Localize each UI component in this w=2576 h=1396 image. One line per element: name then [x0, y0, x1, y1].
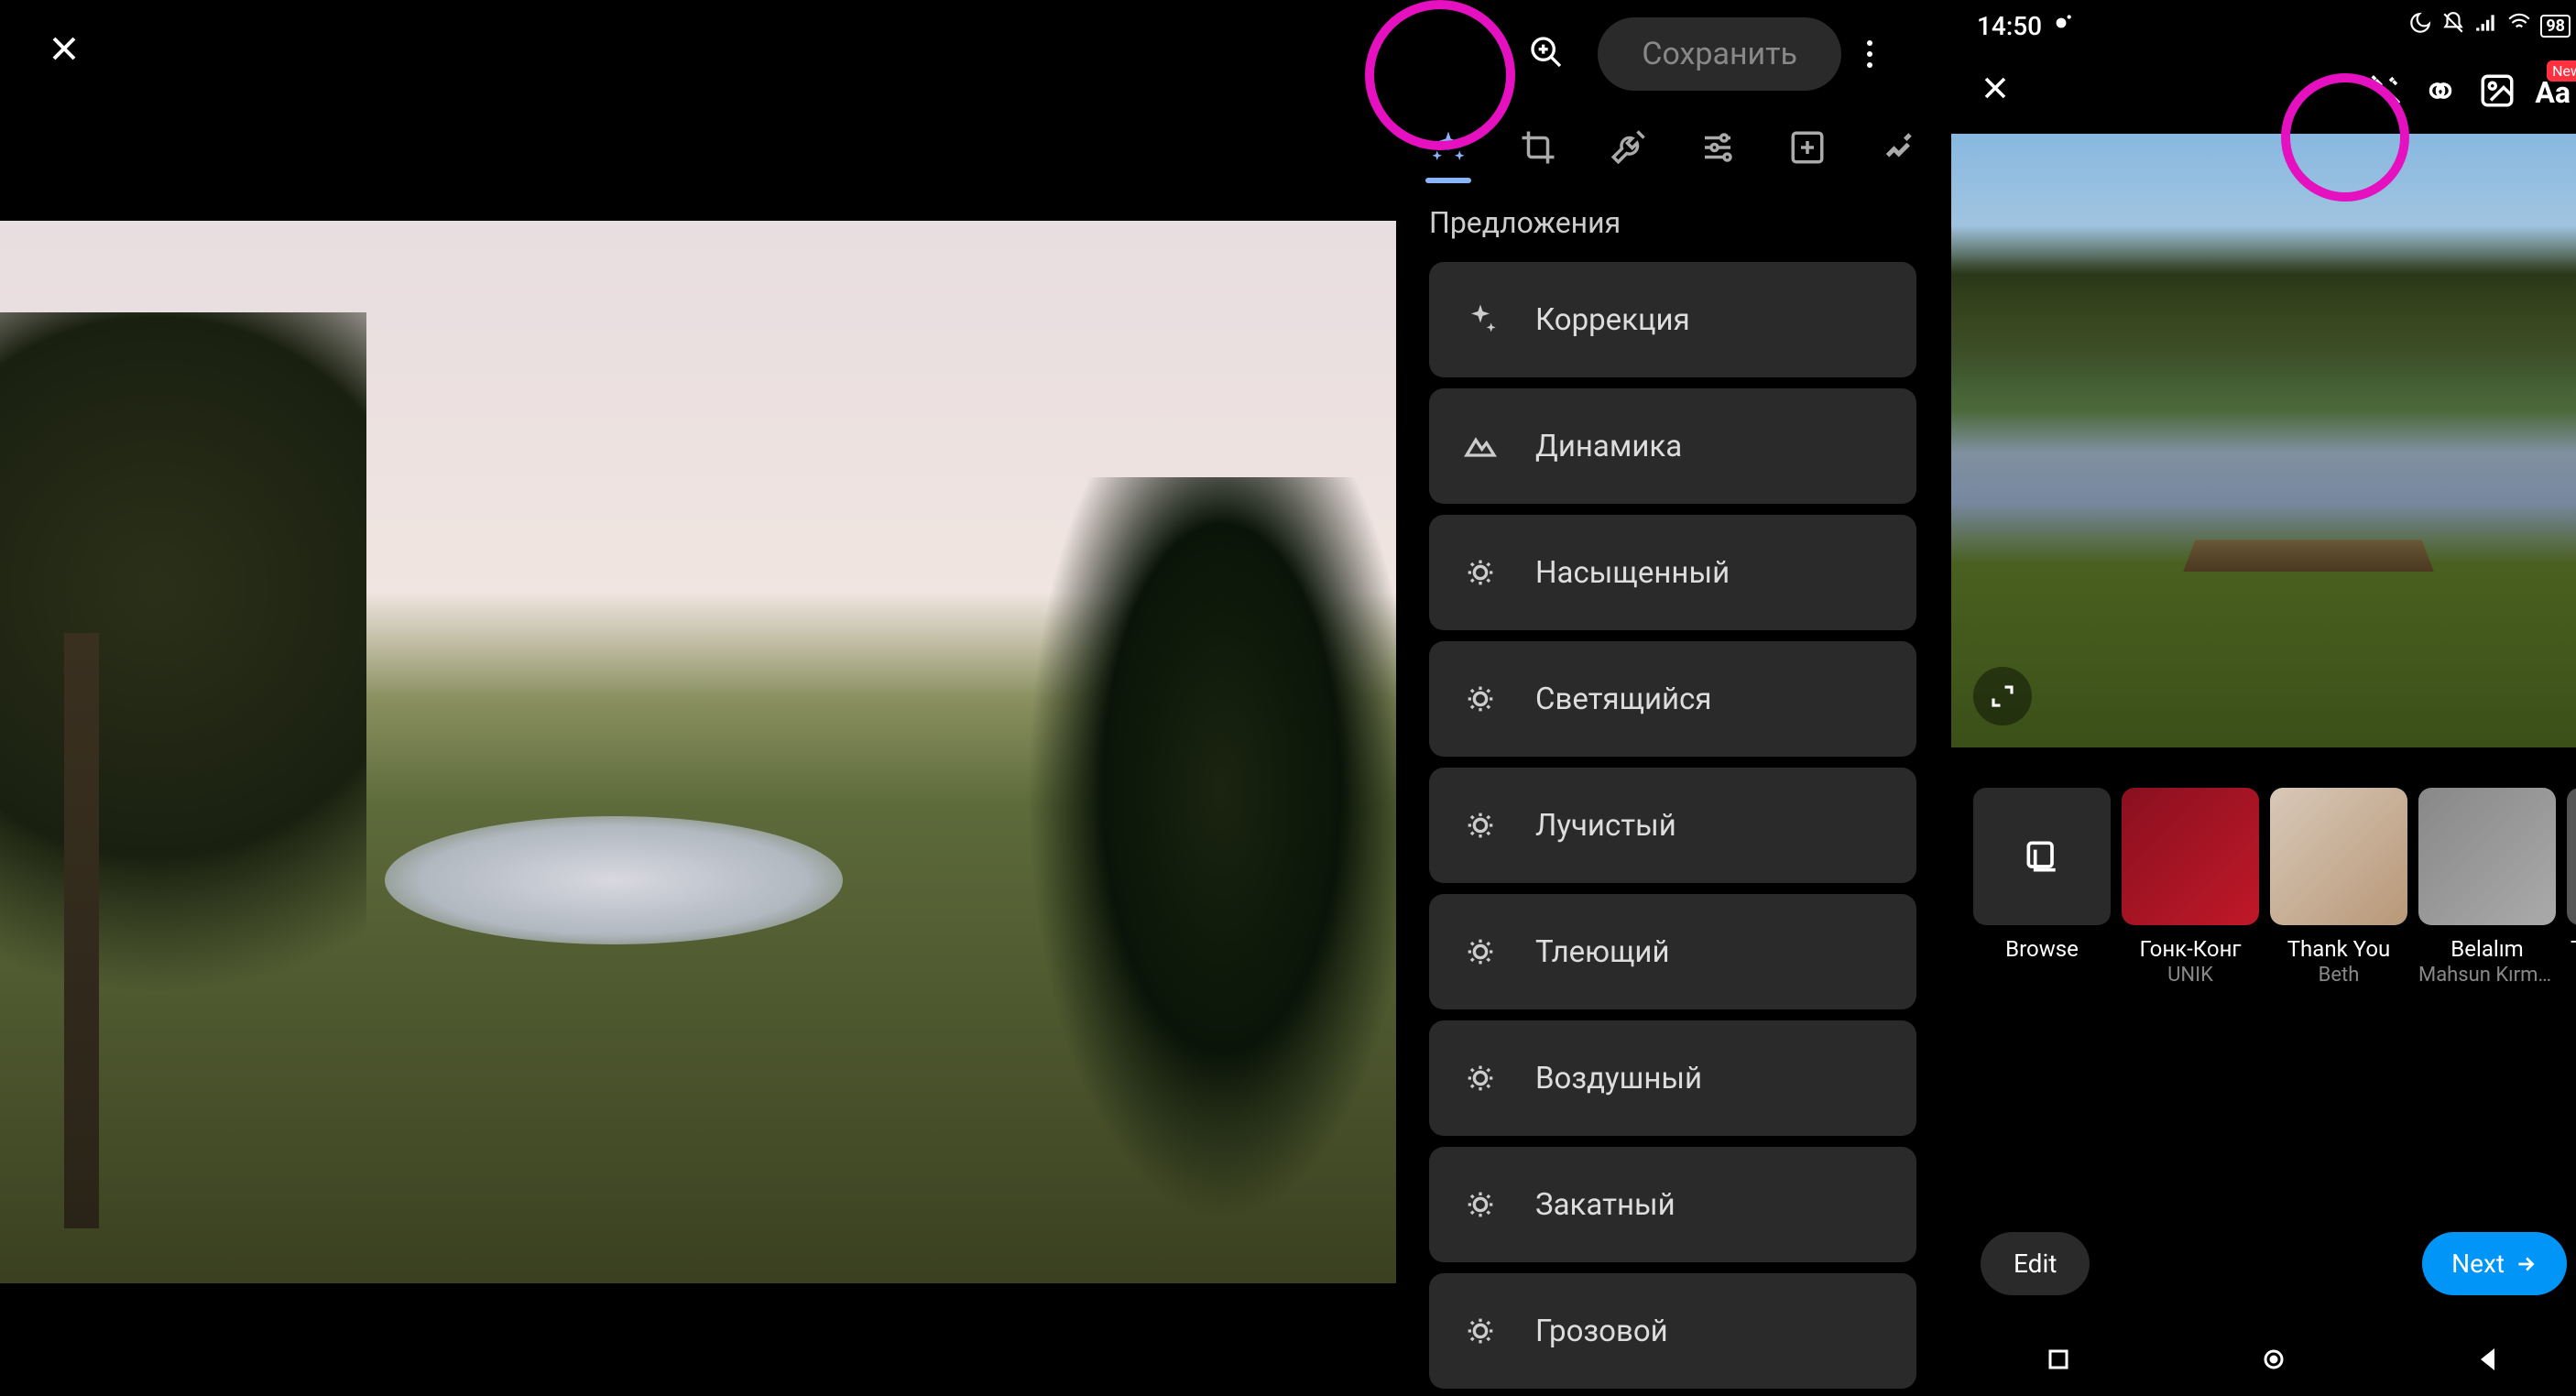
tab-tools[interactable] — [1609, 110, 1647, 189]
nav-recent-icon[interactable] — [2042, 1343, 2075, 1376]
status-bar: 14:50 98 — [1951, 0, 2576, 51]
tab-suggestions[interactable] — [1429, 110, 1468, 189]
track-artist: Mahsun Kırmı... — [2418, 964, 2556, 987]
story-topbar: Aa New — [1951, 51, 2576, 134]
track-title: Belalım — [2450, 936, 2523, 962]
track-artist: UNIK — [2167, 964, 2213, 987]
recording-icon — [2049, 11, 2073, 41]
music-track[interactable]: Thank You Beth — [2270, 788, 2407, 987]
suggestion-item[interactable]: Светящийся — [1429, 641, 1916, 757]
suggestion-item[interactable]: Закатный — [1429, 1147, 1916, 1262]
sticker-icon[interactable] — [2478, 71, 2516, 114]
filter-icon — [1462, 1312, 1499, 1350]
suggestion-label: Коррекция — [1535, 302, 1690, 338]
music-track[interactable]: Гонк-Конг UNIK — [2122, 788, 2259, 987]
track-title: Гонк-Конг — [2140, 936, 2242, 962]
tab-adjust[interactable] — [1698, 110, 1737, 189]
tab-filters[interactable] — [1788, 110, 1827, 189]
music-label: Browse — [2005, 936, 2079, 962]
sparkle-icon — [1462, 300, 1499, 339]
expand-icon[interactable] — [1973, 667, 2032, 725]
suggestion-label: Грозовой — [1535, 1314, 1668, 1349]
next-button[interactable]: Next — [2422, 1232, 2567, 1295]
suggestion-item[interactable]: Тлеющий — [1429, 894, 1916, 1009]
photo-preview[interactable] — [0, 108, 1396, 1396]
text-tool[interactable]: Aa New — [2535, 75, 2571, 110]
album-cover — [2122, 788, 2259, 925]
album-cover — [2567, 788, 2576, 925]
filter-icon — [1462, 932, 1499, 971]
signal-icon — [2474, 11, 2498, 41]
save-button[interactable]: Сохранить — [1598, 17, 1841, 91]
music-track[interactable]: Belalım Mahsun Kırmı... — [2418, 788, 2556, 987]
tab-crop[interactable] — [1519, 110, 1557, 189]
close-button[interactable] — [44, 28, 84, 80]
nav-home-icon[interactable] — [2257, 1343, 2290, 1376]
bottom-actions: Edit Next — [1951, 1232, 2576, 1295]
status-time: 14:50 — [1977, 11, 2042, 41]
nav-back-icon[interactable] — [2472, 1343, 2505, 1376]
track-title: Thank You — [2287, 936, 2391, 962]
close-button[interactable] — [1977, 69, 2014, 116]
filter-icon — [1462, 1059, 1499, 1097]
track-title: Tal — [2571, 936, 2576, 962]
suggestions-list: Коррекция Динамика Насыщенный Светящийся… — [1396, 262, 1949, 1389]
new-badge: New — [2547, 60, 2576, 82]
filter-icon — [1462, 553, 1499, 592]
music-carousel[interactable]: Browse Гонк-Конг UNIK Thank You Beth Bel… — [1951, 747, 2576, 987]
filter-icon — [1462, 1185, 1499, 1224]
suggestion-label: Тлеющий — [1535, 934, 1670, 970]
filter-icon — [1462, 680, 1499, 718]
music-browse[interactable]: Browse — [1973, 788, 2111, 987]
editor-topbar: Сохранить — [0, 0, 1949, 108]
suggestions-panel: Предложения Коррекция Динамика Насыщенны… — [1396, 108, 1949, 1396]
tab-markup[interactable] — [1878, 110, 1916, 189]
suggestion-item[interactable]: Лучистый — [1429, 768, 1916, 883]
tool-tabs — [1396, 108, 1949, 191]
dnd-icon — [2408, 11, 2432, 41]
track-artist: Beth — [2319, 964, 2360, 987]
zoom-icon[interactable] — [1528, 34, 1565, 74]
panel-title: Предложения — [1396, 191, 1949, 262]
mute-icon — [2441, 11, 2465, 41]
suggestion-label: Светящийся — [1535, 682, 1711, 717]
suggestion-item[interactable]: Динамика — [1429, 388, 1916, 504]
browse-icon — [1973, 788, 2111, 925]
android-navbar — [1951, 1323, 2576, 1396]
suggestion-label: Закатный — [1535, 1187, 1675, 1223]
story-photo-preview[interactable] — [1951, 134, 2576, 747]
suggestion-label: Насыщенный — [1535, 555, 1730, 591]
wifi-icon — [2507, 11, 2531, 41]
suggestion-item[interactable]: Коррекция — [1429, 262, 1916, 377]
album-cover — [2270, 788, 2407, 925]
effects-icon[interactable] — [2364, 71, 2403, 114]
dynamic-icon — [1462, 427, 1499, 465]
suggestion-label: Динамика — [1535, 429, 1682, 464]
edit-button[interactable]: Edit — [1981, 1232, 2090, 1295]
infinity-icon[interactable] — [2421, 71, 2460, 114]
battery-icon: 98 — [2540, 15, 2571, 38]
suggestion-label: Лучистый — [1535, 808, 1676, 844]
suggestion-label: Воздушный — [1535, 1061, 1702, 1096]
suggestion-item[interactable]: Насыщенный — [1429, 515, 1916, 630]
music-track[interactable]: Tal — [2567, 788, 2576, 987]
suggestion-item[interactable]: Воздушный — [1429, 1020, 1916, 1136]
more-menu-icon[interactable] — [1867, 40, 1872, 68]
album-cover — [2418, 788, 2556, 925]
filter-icon — [1462, 806, 1499, 845]
suggestion-item[interactable]: Грозовой — [1429, 1273, 1916, 1389]
